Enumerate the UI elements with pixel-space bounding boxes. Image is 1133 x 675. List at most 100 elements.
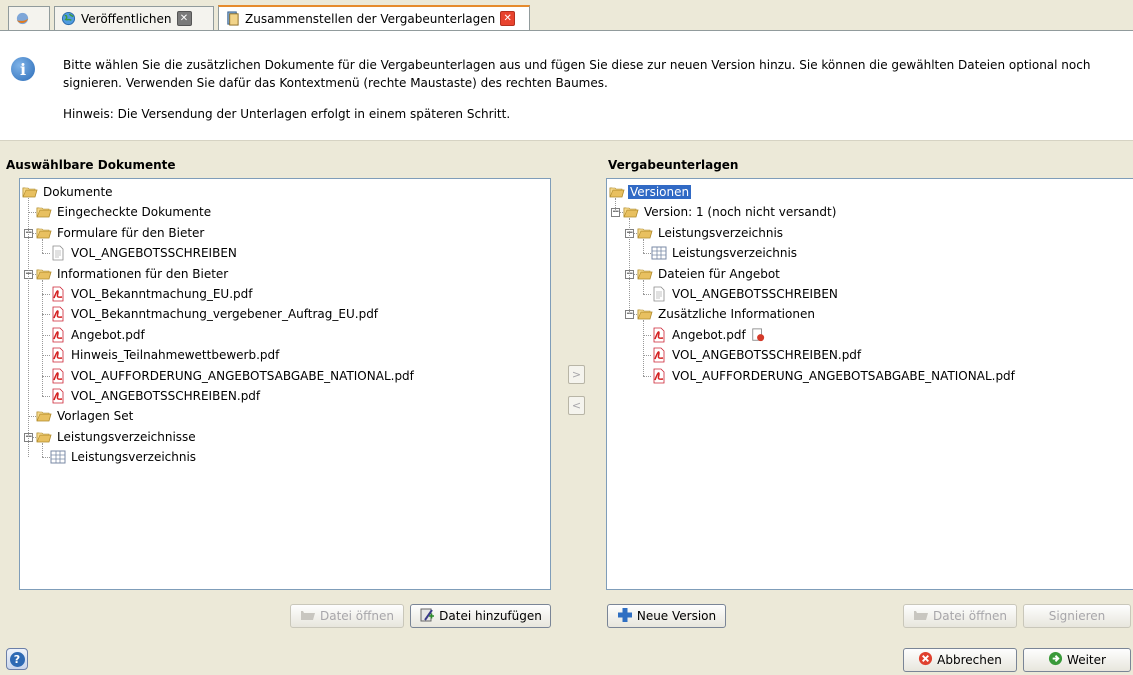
right-tree-node-label: Zusätzliche Informationen (658, 307, 815, 322)
left-tree-node[interactable]: Hinweis_Teilnahmewettbewerb.pdf (50, 345, 281, 365)
tab-home[interactable] (8, 6, 50, 30)
add-file-button[interactable]: Datei hinzufügen (410, 604, 551, 628)
right-tree-node-label: VOL_ANGEBOTSSCHREIBEN (672, 287, 838, 301)
pdf-icon (50, 368, 66, 384)
tree-connector (643, 375, 651, 377)
next-arrow-icon (1048, 651, 1063, 669)
tree-connector (42, 375, 50, 377)
table-icon (50, 449, 66, 465)
left-tree-node[interactable]: VOL_Bekanntmachung_vergebener_Auftrag_EU… (50, 304, 380, 324)
add-file-label: Datei hinzufügen (439, 609, 542, 623)
right-tree-node[interactable]: VOL_ANGEBOTSSCHREIBEN (651, 284, 840, 304)
globe-icon (61, 11, 76, 26)
left-tree-node[interactable]: Vorlagen Set (36, 406, 135, 426)
pdf-icon (50, 327, 66, 343)
info-panel: i Bitte wählen Sie die zusätzlichen Doku… (0, 31, 1133, 141)
document-icon (50, 245, 66, 261)
right-tree-node-label: VOL_ANGEBOTSSCHREIBEN.pdf (672, 348, 862, 363)
right-tree[interactable]: Versionen Version: 1 (noch nicht versandt… (606, 178, 1133, 590)
folder-open-icon (913, 608, 929, 625)
left-tree-node-label: Dokumente (43, 185, 113, 199)
tree-connector (42, 396, 50, 397)
left-tree-node[interactable]: VOL_ANGEBOTSSCHREIBEN (50, 243, 239, 263)
right-tree-node[interactable]: Dateien für Angebot (637, 264, 782, 284)
next-button[interactable]: Weiter (1023, 648, 1131, 672)
pdf-icon (50, 388, 66, 404)
right-open-file-label: Datei öffnen (932, 609, 1008, 623)
tab-bar: Veröffentlichen ✕ Zusammenstellen der Ve… (0, 0, 1133, 31)
sign-button[interactable]: Signieren (1023, 604, 1131, 628)
tree-connector (28, 416, 36, 418)
right-tree-node[interactable]: Versionen (609, 182, 692, 202)
add-arrow-button[interactable]: > (568, 365, 585, 384)
left-title: Auswählbare Dokumente (6, 158, 176, 172)
tree-connector (615, 198, 616, 213)
next-label: Weiter (1067, 653, 1106, 667)
info-hint: Hinweis: Die Versendung der Unterlagen e… (63, 107, 511, 121)
left-open-file-button[interactable]: Datei öffnen (290, 604, 404, 628)
right-tree-node[interactable]: Leistungsverzeichnis (651, 243, 799, 263)
tree-connector (42, 314, 50, 316)
folder-icon (36, 408, 52, 424)
left-tree-node[interactable]: VOL_Bekanntmachung_EU.pdf (50, 284, 254, 304)
tree-connector (629, 218, 630, 315)
right-tree-node[interactable]: VOL_AUFFORDERUNG_ANGEBOTSABGABE_NATIONAL… (651, 366, 1017, 386)
tree-connector (643, 320, 644, 376)
new-version-button[interactable]: Neue Version (607, 604, 726, 628)
cancel-button[interactable]: Abbrechen (903, 648, 1017, 672)
tree-connector (643, 334, 651, 336)
cancel-label: Abbrechen (937, 653, 1002, 667)
new-version-label: Neue Version (636, 609, 717, 623)
close-icon[interactable]: ✕ (176, 11, 192, 26)
left-tree-node-label: Hinweis_Teilnahmewettbewerb.pdf (71, 348, 280, 363)
right-open-file-button[interactable]: Datei öffnen (903, 604, 1017, 628)
tab-zusammenstellen[interactable]: Zusammenstellen der Vergabeunterlagen ✕ (218, 5, 530, 30)
left-tree-node[interactable]: Formulare für den Bieter (36, 223, 206, 243)
left-tree-node[interactable]: Leistungsverzeichnis (50, 447, 198, 467)
right-tree-node[interactable]: Angebot.pdf (651, 325, 765, 345)
pdf-icon (651, 327, 667, 343)
left-tree-node[interactable]: Informationen für den Bieter (36, 264, 230, 284)
left-tree-node[interactable]: VOL_AUFFORDERUNG_ANGEBOTSABGABE_NATIONAL… (50, 366, 416, 386)
left-tree[interactable]: Dokumente Eingecheckte Dokumente Formulare… (19, 178, 551, 590)
info-icon: i (11, 57, 35, 81)
folder-icon (36, 429, 52, 445)
tab-veroeffentlichen[interactable]: Veröffentlichen ✕ (54, 6, 214, 30)
folder-icon (623, 204, 639, 220)
left-tree-node[interactable]: Eingecheckte Dokumente (36, 202, 213, 222)
left-tree-node[interactable]: Leistungsverzeichnisse (36, 427, 198, 447)
left-tree-node[interactable]: VOL_ANGEBOTSSCHREIBEN.pdf (50, 386, 262, 406)
right-tree-node[interactable]: Leistungsverzeichnis (637, 223, 785, 243)
folder-icon (637, 225, 653, 241)
right-tree-node[interactable]: Zusätzliche Informationen (637, 304, 817, 324)
left-tree-node-label: VOL_Bekanntmachung_vergebener_Auftrag_EU… (71, 307, 379, 322)
left-tree-node-label: VOL_ANGEBOTSSCHREIBEN (71, 246, 237, 261)
right-tree-node-label: Dateien für Angebot (658, 266, 780, 281)
remove-arrow-button[interactable]: < (568, 396, 585, 415)
tree-connector (28, 212, 36, 214)
help-button[interactable]: ? (6, 648, 28, 670)
folder-icon (637, 306, 653, 322)
tree-connector (42, 253, 50, 255)
left-tree-node-label: VOL_AUFFORDERUNG_ANGEBOTSABGABE_NATIONAL… (71, 368, 414, 383)
folder-open-icon (300, 608, 316, 625)
sign-label: Signieren (1048, 609, 1106, 623)
right-tree-node-label: Leistungsverzeichnis (658, 225, 784, 240)
tree-connector (42, 294, 50, 295)
left-tree-node-label: Formulare für den Bieter (57, 225, 205, 240)
left-tree-node[interactable]: Angebot.pdf (50, 325, 147, 345)
tree-connector (42, 457, 50, 459)
plus-icon (617, 607, 633, 626)
right-title: Vergabeunterlagen (608, 158, 739, 172)
signature-badge-icon (752, 328, 764, 341)
tree-connector (643, 294, 651, 295)
tree-connector (42, 334, 50, 336)
right-tree-node[interactable]: Version: 1 (noch nicht versandt) (623, 202, 838, 222)
close-icon[interactable]: ✕ (500, 11, 516, 26)
right-tree-node[interactable]: VOL_ANGEBOTSSCHREIBEN.pdf (651, 345, 863, 365)
add-file-icon (419, 607, 435, 626)
folder-icon (36, 225, 52, 241)
left-tree-node[interactable]: Dokumente (22, 182, 115, 202)
pdf-icon (651, 368, 667, 384)
folder-icon (22, 184, 38, 200)
